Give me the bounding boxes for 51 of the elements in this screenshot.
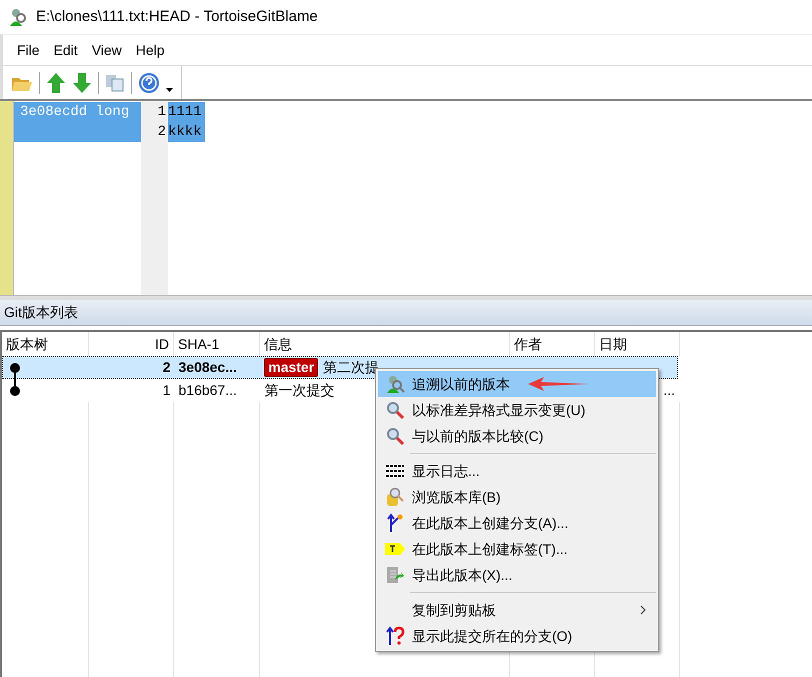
user-magnifier-icon <box>385 374 405 394</box>
menu-entry[interactable]: 在此版本上创建分支(A)... <box>378 510 656 536</box>
down-arrow-icon[interactable] <box>72 72 92 94</box>
dropdown-caret-icon[interactable] <box>166 88 173 92</box>
up-arrow-icon[interactable] <box>46 72 66 94</box>
menu-label: 在此版本上创建分支(A)... <box>412 514 568 533</box>
export-icon <box>385 565 405 585</box>
help-icon[interactable] <box>138 72 160 94</box>
copy-icon[interactable] <box>105 72 125 92</box>
lines-icon <box>385 463 405 479</box>
menu-label: 追溯以前的版本 <box>412 374 510 394</box>
menu-item[interactable]: View <box>88 40 126 60</box>
table-cell-text: b16b67... <box>178 381 237 400</box>
app-icon <box>8 7 28 27</box>
menu-item[interactable]: Edit <box>50 40 82 60</box>
submenu-chevron-icon <box>640 605 646 615</box>
menu-label: 显示此提交所在的分支(O) <box>412 626 572 646</box>
search-icon <box>386 401 404 419</box>
branch-icon <box>385 513 405 533</box>
menu-label: 显示日志... <box>412 462 480 480</box>
menu-item[interactable]: Help <box>132 40 169 60</box>
tag-icon <box>384 542 406 556</box>
menu-entry[interactable]: 以标准差异格式显示变更(U) <box>378 397 656 423</box>
window-title: E:\clones\111.txt:HEAD - TortoiseGitBlame <box>36 6 318 27</box>
table-cell-text: 3e08ec... <box>178 358 237 377</box>
menu-label: 在此版本上创建标签(T)... <box>412 540 568 559</box>
menu-entry[interactable]: 导出此版本(X)... <box>378 562 656 588</box>
question-branch-icon <box>385 626 405 646</box>
menu-label: 以标准差异格式显示变更(U) <box>412 400 586 420</box>
menu-label: 复制到剪贴板 <box>412 600 496 620</box>
table-cell-text: 第一次提交 <box>264 381 334 400</box>
menu-item[interactable]: File <box>13 40 44 60</box>
menu-entry[interactable]: 显示日志... <box>378 458 656 484</box>
branch-label: master <box>264 358 318 377</box>
table-cell-text: 2 <box>162 358 170 377</box>
menu-entry[interactable]: 复制到剪贴板 <box>378 597 656 623</box>
line-number: 1 <box>158 103 166 122</box>
menu-entry[interactable]: 浏览版本库(B) <box>378 484 656 510</box>
menu-label: 浏览版本库(B) <box>412 488 501 507</box>
menu-entry[interactable]: 显示此提交所在的分支(O) <box>378 623 656 649</box>
menu-label: 导出此版本(X)... <box>412 566 512 585</box>
menu-entry[interactable]: 在此版本上创建标签(T)... <box>378 536 656 562</box>
search-icon <box>386 427 404 445</box>
menu-entry[interactable]: 与以前的版本比较(C) <box>378 423 656 449</box>
table-cell-text: ... <box>663 381 676 400</box>
line-number: 2 <box>158 123 166 142</box>
menu-entry[interactable]: 追溯以前的版本 <box>378 371 656 397</box>
menu-label: 与以前的版本比较(C) <box>412 426 544 446</box>
database-magnifier-icon <box>385 487 405 507</box>
panel-title: Git版本列表 <box>4 303 78 322</box>
table-cell-text: 1 <box>162 381 170 400</box>
